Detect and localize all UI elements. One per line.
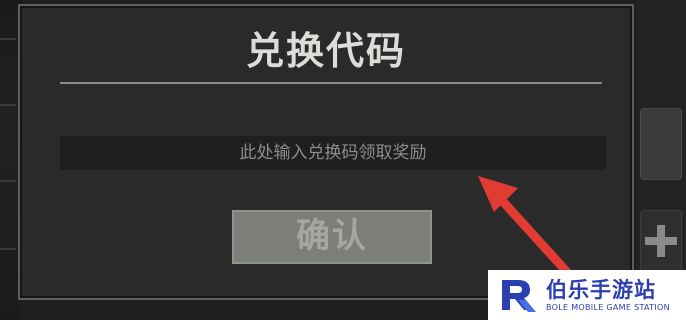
watermark-name: 伯乐手游站 <box>546 278 656 302</box>
bole-logo-icon <box>502 280 536 312</box>
watermark: 伯乐手游站 BOLE MOBILE GAME STATION <box>488 270 686 320</box>
watermark-subtitle: BOLE MOBILE GAME STATION <box>546 303 670 312</box>
